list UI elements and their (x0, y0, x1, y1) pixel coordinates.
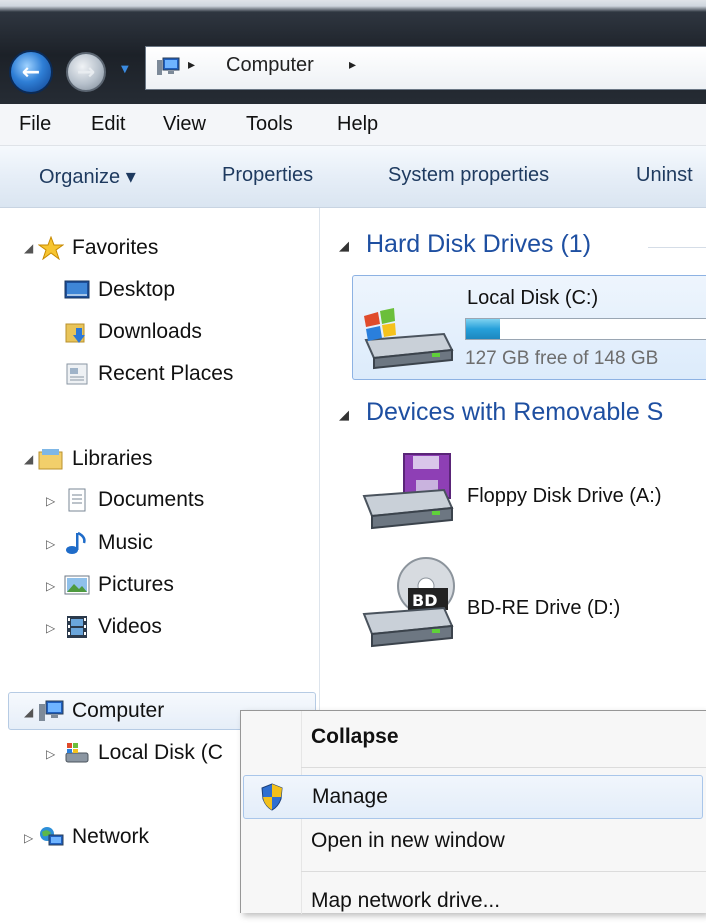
menu-item-open-new-window[interactable]: Open in new window (241, 821, 706, 863)
nav-label: Pictures (98, 573, 174, 596)
menu-item-collapse[interactable]: Collapse (241, 717, 706, 759)
computer-icon (157, 57, 180, 75)
music-note-icon (66, 531, 86, 554)
nav-label: Local Disk (C (98, 741, 223, 764)
menu-bar: File Edit View Tools Help (0, 104, 706, 146)
windows-drive-icon (364, 308, 454, 370)
bd-badge: BD (412, 591, 438, 610)
libraries-icon (38, 449, 63, 470)
organize-button[interactable]: Organize ▾ (39, 164, 136, 189)
forward-button[interactable]: → (66, 52, 106, 92)
menu-separator (301, 767, 706, 768)
nav-favorites[interactable]: Favorites (38, 230, 158, 266)
nav-label: Libraries (72, 447, 153, 470)
collapsed-triangle-icon[interactable]: ▷ (46, 747, 55, 761)
nav-documents[interactable]: Documents (64, 482, 204, 518)
nav-desktop[interactable]: Desktop (64, 272, 175, 308)
group-header-hard-disk-drives[interactable]: Hard Disk Drives (1) (366, 230, 591, 259)
nav-label: Network (72, 825, 150, 848)
nav-pictures[interactable]: Pictures (64, 567, 174, 603)
collapsed-triangle-icon[interactable]: ▷ (46, 621, 55, 635)
menu-item-label: Open in new window (311, 829, 505, 852)
drive-a-name: Floppy Disk Drive (A:) (467, 485, 662, 507)
nav-recent-places[interactable]: Recent Places (64, 356, 233, 392)
menu-item-label: Collapse (311, 725, 399, 748)
back-button[interactable]: ← (9, 50, 53, 94)
uac-shield-icon (261, 783, 283, 811)
nav-label: Favorites (72, 236, 159, 259)
pictures-icon (64, 575, 90, 595)
uninstall-button[interactable]: Uninst (636, 164, 693, 187)
menu-file[interactable]: File (19, 113, 51, 136)
context-menu: Collapse Manage Open in new window Map n… (240, 710, 706, 914)
star-icon (38, 236, 64, 260)
forward-arrow-icon: → (76, 59, 96, 85)
collapsed-triangle-icon[interactable]: ▷ (46, 579, 55, 593)
drive-c-capacity-bar (465, 318, 706, 340)
menu-separator (301, 871, 706, 872)
nav-computer[interactable]: Computer (38, 693, 164, 729)
menu-item-map-network-drive[interactable]: Map network drive... (241, 881, 706, 923)
drive-d-name: BD-RE Drive (D:) (467, 597, 621, 619)
menu-item-manage[interactable]: Manage (243, 775, 703, 819)
group-divider (648, 247, 706, 248)
command-bar: Organize ▾ Properties System properties … (0, 146, 706, 208)
nav-local-disk[interactable]: Local Disk (C (64, 735, 223, 771)
nav-label: Recent Places (98, 362, 234, 385)
nav-label: Music (98, 531, 153, 554)
nav-libraries[interactable]: Libraries (38, 441, 153, 477)
network-icon (40, 827, 64, 846)
nav-music[interactable]: Music (64, 525, 153, 561)
computer-icon (39, 700, 64, 721)
documents-icon (68, 488, 86, 512)
breadcrumb-separator[interactable]: ▸ (188, 57, 195, 73)
collapsed-triangle-icon[interactable]: ▷ (46, 494, 55, 508)
menu-view[interactable]: View (163, 113, 206, 136)
nav-label: Videos (98, 615, 162, 638)
expanded-triangle-icon[interactable]: ◢ (24, 452, 33, 466)
nav-videos[interactable]: Videos (64, 609, 162, 645)
floppy-drive-icon (362, 453, 454, 530)
menu-tools[interactable]: Tools (246, 113, 293, 136)
expanded-triangle-icon[interactable]: ◢ (339, 239, 349, 254)
menu-item-label: Map network drive... (311, 889, 501, 912)
properties-button[interactable]: Properties (222, 164, 313, 187)
recent-pages-dropdown-icon[interactable]: ▼ (121, 64, 129, 75)
downloads-folder-icon (65, 323, 85, 343)
recent-places-icon (66, 363, 88, 385)
drive-c-free-space: 127 GB free of 148 GB (465, 348, 659, 369)
nav-label: Computer (72, 699, 165, 722)
desktop-icon (64, 280, 90, 299)
expanded-triangle-icon[interactable]: ◢ (24, 241, 33, 255)
system-properties-button[interactable]: System properties (388, 164, 549, 187)
nav-label: Desktop (98, 278, 176, 301)
breadcrumb-separator[interactable]: ▸ (349, 57, 356, 73)
nav-network[interactable]: Network (38, 819, 149, 855)
drive-c-name: Local Disk (C:) (467, 287, 599, 309)
expanded-triangle-icon[interactable]: ◢ (24, 705, 33, 719)
drive-c-capacity-fill (466, 319, 500, 339)
menu-help[interactable]: Help (337, 113, 378, 136)
breadcrumb-computer[interactable]: Computer (226, 54, 314, 77)
menu-item-label: Manage (312, 785, 388, 808)
expanded-triangle-icon[interactable]: ◢ (339, 408, 349, 423)
collapsed-triangle-icon[interactable]: ▷ (24, 831, 33, 845)
nav-label: Documents (98, 488, 205, 511)
group-header-removable-storage[interactable]: Devices with Removable S (366, 398, 663, 427)
back-arrow-icon: ← (21, 59, 41, 85)
address-bar[interactable]: ▸ Computer ▸ (145, 46, 706, 90)
bd-drive-icon (362, 557, 455, 648)
local-disk-icon (65, 743, 89, 763)
nav-label: Downloads (98, 320, 202, 343)
nav-downloads[interactable]: Downloads (64, 314, 202, 350)
videos-film-icon (67, 616, 87, 638)
collapsed-triangle-icon[interactable]: ▷ (46, 537, 55, 551)
title-bar: ← → ▼ ▸ Computer ▸ (0, 0, 706, 104)
menu-edit[interactable]: Edit (91, 113, 125, 136)
